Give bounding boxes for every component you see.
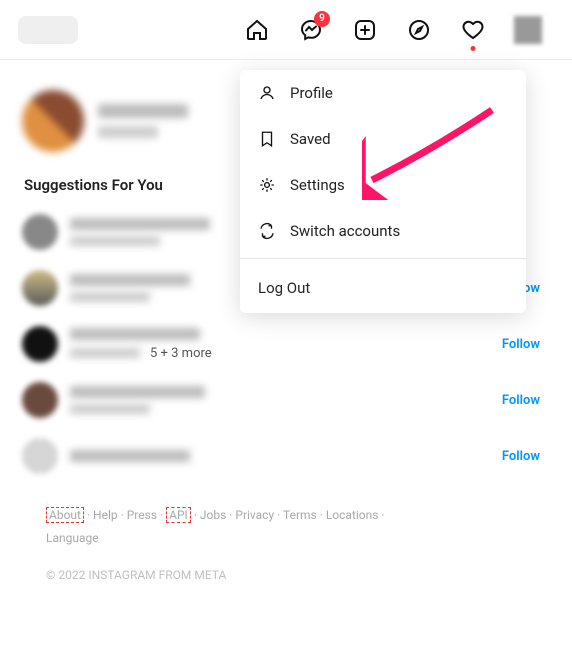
footer-jobs[interactable]: Jobs [200, 508, 226, 522]
top-bar: 9 [0, 0, 572, 60]
dropdown-settings[interactable]: Settings [240, 162, 526, 208]
nav-icon-group: 9 [244, 16, 542, 44]
user-icon [258, 84, 276, 102]
dropdown-switch-label: Switch accounts [290, 222, 400, 240]
suggestion-item: Follow [22, 382, 550, 418]
follow-button[interactable]: Follow [502, 449, 540, 464]
footer-help[interactable]: Help [93, 508, 118, 522]
dropdown-switch-accounts[interactable]: Switch accounts [240, 208, 526, 254]
footer-locations[interactable]: Locations [326, 508, 379, 522]
footer-privacy[interactable]: Privacy [235, 508, 274, 522]
gear-icon [258, 176, 276, 194]
messages-badge: 9 [314, 11, 330, 27]
explore-icon[interactable] [406, 17, 432, 43]
profile-dropdown: Profile Saved Settings Switch accounts L… [240, 70, 526, 313]
footer-language[interactable]: Language [46, 531, 99, 545]
suggestion-item: 5 + 3 more Follow [22, 326, 550, 362]
switch-icon [258, 222, 276, 240]
footer-press[interactable]: Press [127, 508, 157, 522]
avatar[interactable] [22, 326, 58, 362]
dropdown-settings-label: Settings [290, 176, 345, 194]
dropdown-saved[interactable]: Saved [240, 116, 526, 162]
new-post-icon[interactable] [352, 17, 378, 43]
footer-links: About Help Press API Jobs Privacy Terms Locatio… [22, 494, 550, 596]
footer-about[interactable]: About [46, 507, 84, 523]
search-input[interactable] [18, 16, 78, 44]
avatar[interactable] [22, 214, 58, 250]
footer-api[interactable]: API [166, 507, 191, 523]
user-text [98, 104, 188, 138]
suggestion-item: Follow [22, 438, 550, 474]
dropdown-profile-label: Profile [290, 84, 333, 102]
home-icon[interactable] [244, 17, 270, 43]
profile-avatar-button[interactable] [514, 16, 542, 44]
messenger-icon[interactable]: 9 [298, 17, 324, 43]
activity-dot-icon [471, 46, 476, 51]
follow-button[interactable]: Follow [502, 337, 540, 352]
more-count: 5 + 3 more [150, 346, 212, 361]
footer-terms[interactable]: Terms [283, 508, 317, 522]
avatar[interactable] [22, 382, 58, 418]
divider [240, 258, 526, 259]
avatar[interactable] [22, 438, 58, 474]
activity-icon[interactable] [460, 17, 486, 43]
follow-button[interactable]: Follow [502, 393, 540, 408]
dropdown-profile[interactable]: Profile [240, 70, 526, 116]
dropdown-logout-label: Log Out [258, 279, 310, 297]
avatar[interactable] [22, 270, 58, 306]
bookmark-icon [258, 130, 276, 148]
footer-copyright: © 2022 INSTAGRAM FROM META [46, 564, 526, 587]
avatar[interactable] [22, 90, 84, 152]
dropdown-logout[interactable]: Log Out [240, 263, 526, 313]
dropdown-saved-label: Saved [290, 130, 331, 148]
